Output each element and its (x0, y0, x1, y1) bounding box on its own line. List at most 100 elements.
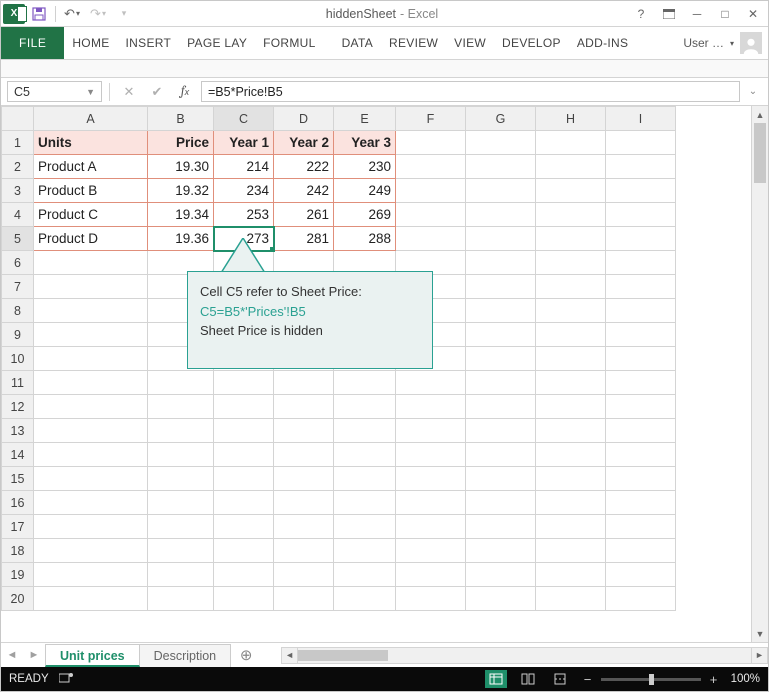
cell-H3[interactable] (536, 179, 606, 203)
cell-I15[interactable] (606, 467, 676, 491)
cell-H10[interactable] (536, 347, 606, 371)
col-header-F[interactable]: F (396, 107, 466, 131)
col-header-H[interactable]: H (536, 107, 606, 131)
tab-home[interactable]: HOME (64, 27, 117, 59)
cell-H4[interactable] (536, 203, 606, 227)
zoom-in-button[interactable]: + (707, 672, 721, 687)
row-header-18[interactable]: 18 (2, 539, 34, 563)
cell-B12[interactable] (148, 395, 214, 419)
row-header-8[interactable]: 8 (2, 299, 34, 323)
tab-addins[interactable]: ADD-INS (569, 27, 636, 59)
insert-function-button[interactable]: fx (173, 82, 197, 102)
row-header-11[interactable]: 11 (2, 371, 34, 395)
cell-H6[interactable] (536, 251, 606, 275)
name-box-dropdown-icon[interactable]: ▼ (86, 87, 95, 97)
hscroll-track[interactable] (298, 647, 751, 664)
cell-I19[interactable] (606, 563, 676, 587)
horizontal-scrollbar[interactable]: ◄ ► (281, 647, 768, 664)
cell-F17[interactable] (396, 515, 466, 539)
cell-H12[interactable] (536, 395, 606, 419)
cell-D13[interactable] (274, 419, 334, 443)
cell-D3[interactable]: 242 (274, 179, 334, 203)
row-header-17[interactable]: 17 (2, 515, 34, 539)
tab-scroll-prev[interactable]: ◄ (1, 649, 23, 661)
cell-E17[interactable] (334, 515, 396, 539)
cell-E19[interactable] (334, 563, 396, 587)
hscroll-thumb[interactable] (298, 650, 388, 661)
cell-E5[interactable]: 288 (334, 227, 396, 251)
cell-F4[interactable] (396, 203, 466, 227)
scroll-thumb[interactable] (754, 123, 766, 183)
col-header-C[interactable]: C (214, 107, 274, 131)
cell-I10[interactable] (606, 347, 676, 371)
cell-H1[interactable] (536, 131, 606, 155)
cell-E20[interactable] (334, 587, 396, 611)
cell-A5[interactable]: Product D (34, 227, 148, 251)
cell-A15[interactable] (34, 467, 148, 491)
col-header-B[interactable]: B (148, 107, 214, 131)
cell-I14[interactable] (606, 443, 676, 467)
cell-C13[interactable] (214, 419, 274, 443)
col-header-E[interactable]: E (334, 107, 396, 131)
cell-E3[interactable]: 249 (334, 179, 396, 203)
cell-G17[interactable] (466, 515, 536, 539)
cell-I12[interactable] (606, 395, 676, 419)
minimize-button[interactable]: ─ (684, 3, 710, 25)
cell-D17[interactable] (274, 515, 334, 539)
cell-A3[interactable]: Product B (34, 179, 148, 203)
cell-E15[interactable] (334, 467, 396, 491)
row-header-13[interactable]: 13 (2, 419, 34, 443)
vertical-scrollbar[interactable]: ▲ ▼ (751, 106, 768, 642)
cell-D20[interactable] (274, 587, 334, 611)
cell-F11[interactable] (396, 371, 466, 395)
zoom-out-button[interactable]: − (581, 672, 595, 687)
cell-D19[interactable] (274, 563, 334, 587)
cell-D18[interactable] (274, 539, 334, 563)
tab-view[interactable]: VIEW (446, 27, 494, 59)
cell-H18[interactable] (536, 539, 606, 563)
tab-formulas[interactable]: FORMUL (255, 27, 323, 59)
cell-A11[interactable] (34, 371, 148, 395)
cell-B13[interactable] (148, 419, 214, 443)
cell-F20[interactable] (396, 587, 466, 611)
cell-G7[interactable] (466, 275, 536, 299)
cell-I5[interactable] (606, 227, 676, 251)
scroll-up-button[interactable]: ▲ (752, 106, 768, 123)
cell-F14[interactable] (396, 443, 466, 467)
cell-A10[interactable] (34, 347, 148, 371)
row-header-9[interactable]: 9 (2, 323, 34, 347)
cell-H7[interactable] (536, 275, 606, 299)
cell-I6[interactable] (606, 251, 676, 275)
cell-C5[interactable]: 273 (214, 227, 274, 251)
cell-D4[interactable]: 261 (274, 203, 334, 227)
cell-I16[interactable] (606, 491, 676, 515)
cell-H8[interactable] (536, 299, 606, 323)
expand-formula-bar-button[interactable]: ⌄ (744, 86, 762, 97)
qat-customize-button[interactable]: ▾ (112, 3, 136, 25)
cell-B2[interactable]: 19.30 (148, 155, 214, 179)
cell-D1[interactable]: Year 2 (274, 131, 334, 155)
cell-B20[interactable] (148, 587, 214, 611)
cell-B17[interactable] (148, 515, 214, 539)
undo-button[interactable]: ↶▾ (60, 3, 84, 25)
cell-E16[interactable] (334, 491, 396, 515)
cell-E12[interactable] (334, 395, 396, 419)
cell-C15[interactable] (214, 467, 274, 491)
cell-C16[interactable] (214, 491, 274, 515)
cell-E13[interactable] (334, 419, 396, 443)
row-header-20[interactable]: 20 (2, 587, 34, 611)
scroll-track[interactable] (752, 123, 768, 625)
zoom-track[interactable] (601, 678, 701, 681)
cell-G8[interactable] (466, 299, 536, 323)
ribbon-display-button[interactable] (656, 3, 682, 25)
save-button[interactable] (27, 3, 51, 25)
row-header-6[interactable]: 6 (2, 251, 34, 275)
cell-A18[interactable] (34, 539, 148, 563)
cell-C4[interactable]: 253 (214, 203, 274, 227)
row-header-3[interactable]: 3 (2, 179, 34, 203)
col-header-D[interactable]: D (274, 107, 334, 131)
cell-G12[interactable] (466, 395, 536, 419)
tab-scroll-next[interactable]: ► (23, 649, 45, 661)
cell-I17[interactable] (606, 515, 676, 539)
row-header-2[interactable]: 2 (2, 155, 34, 179)
